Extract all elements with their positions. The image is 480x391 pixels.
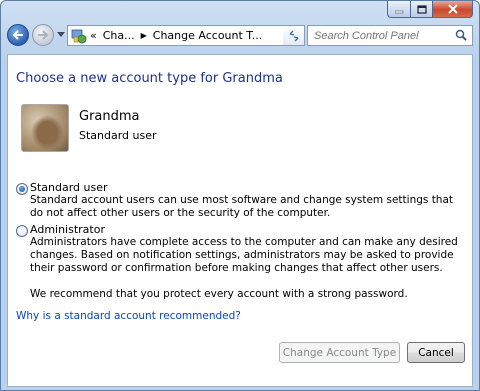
standard-user-radio[interactable] [16,183,28,195]
back-arrow-icon [12,30,23,40]
forward-button[interactable] [32,24,54,46]
control-panel-window: « Cha... ▶ Change Account T... ▼ Choose … [0,0,480,391]
search-icon[interactable] [455,29,467,41]
why-standard-account-link[interactable]: Why is a standard account recommended? [16,310,241,322]
password-recommendation: We recommend that you protect every acco… [30,288,408,300]
refresh-button[interactable] [283,25,305,46]
breadcrumb-item[interactable]: Cha... [103,29,135,42]
forward-arrow-icon [38,30,49,40]
recent-pages-dropdown[interactable] [57,32,65,37]
close-button[interactable] [433,1,473,18]
breadcrumb-current[interactable]: Change Account T... [153,29,262,42]
user-avatar [21,104,69,152]
administrator-description: Administrators have complete access to t… [30,236,458,274]
control-panel-icon [71,29,87,43]
search-box[interactable] [307,25,473,46]
user-name: Grandma [79,109,140,124]
minimize-button[interactable] [387,1,411,18]
content-pane: Choose a new account type for Grandma Gr… [7,54,473,387]
minimize-icon [394,10,403,13]
user-account-type: Standard user [79,129,157,142]
administrator-radio[interactable] [16,225,28,237]
change-account-type-button[interactable]: Change Account Type [279,342,400,363]
breadcrumb-separator-icon[interactable]: ▶ [141,31,147,40]
page-title: Choose a new account type for Grandma [16,71,283,86]
back-button[interactable] [7,24,29,46]
close-icon [447,4,458,14]
address-bar[interactable]: « Cha... ▶ Change Account T... ▼ [67,25,299,46]
search-input[interactable] [314,28,452,43]
maximize-button[interactable] [411,1,433,18]
administrator-label[interactable]: Administrator [30,223,105,236]
navigation-bar: « Cha... ▶ Change Account T... ▼ [7,23,473,49]
cancel-button[interactable]: Cancel [407,342,465,363]
breadcrumb-overflow[interactable]: « [90,29,97,42]
caption-buttons [387,1,473,18]
refresh-icon [289,30,298,41]
standard-user-label[interactable]: Standard user [30,181,108,194]
maximize-icon [416,4,427,14]
standard-user-description: Standard account users can use most soft… [30,194,454,219]
